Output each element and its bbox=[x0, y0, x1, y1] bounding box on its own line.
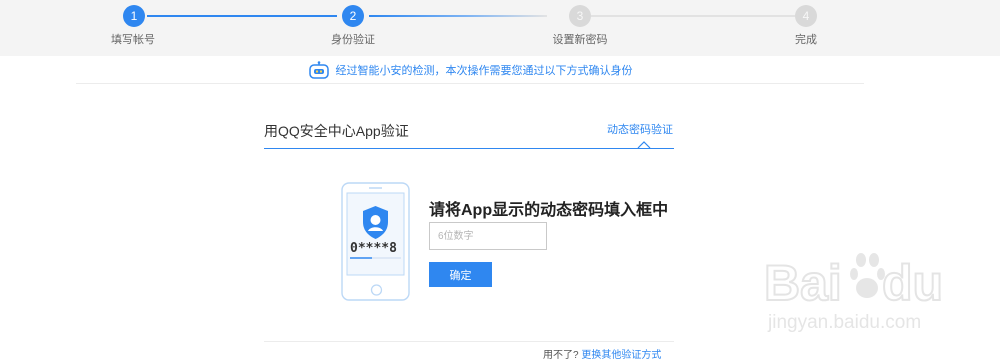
baidu-watermark-logo: Bai du jingyan.baidu.com bbox=[764, 253, 944, 333]
dynamic-code-input[interactable] bbox=[429, 222, 547, 250]
step-connector-3 bbox=[591, 15, 795, 17]
svg-text:Bai: Bai bbox=[764, 255, 842, 311]
step-2-label: 身份验证 bbox=[331, 34, 375, 46]
step-2-circle: 2 bbox=[342, 5, 364, 27]
robot-icon bbox=[308, 61, 329, 79]
step-1-label: 填写帐号 bbox=[111, 34, 155, 46]
step-3-circle: 3 bbox=[569, 5, 591, 27]
svg-text:du: du bbox=[882, 255, 943, 311]
step-1-circle: 1 bbox=[123, 5, 145, 27]
verify-instruction: 请将App显示的动态密码填入框中 bbox=[429, 202, 669, 219]
notice-text: 经过智能小安的检测，本次操作需要您通过以下方式确认身份 bbox=[335, 65, 633, 77]
svg-text:jingyan.baidu.com: jingyan.baidu.com bbox=[767, 312, 921, 333]
verification-method-title: 用QQ安全中心App验证 bbox=[264, 123, 409, 139]
step-connector-1 bbox=[147, 15, 337, 17]
dynamic-password-link[interactable]: 动态密码验证 bbox=[607, 121, 673, 137]
confirm-button[interactable]: 确定 bbox=[429, 262, 492, 287]
phone-code-display: 0****8 bbox=[350, 241, 397, 256]
method-divider bbox=[264, 148, 674, 149]
step-3-label: 设置新密码 bbox=[552, 34, 608, 46]
step-4-circle: 4 bbox=[795, 5, 817, 27]
step-connector-2 bbox=[369, 15, 547, 17]
step-progress-bar: 1 2 3 4 填写帐号 身份验证 设置新密码 完成 bbox=[0, 0, 1000, 56]
alternate-method-row: 用不了? 更换其他验证方式 bbox=[543, 346, 661, 361]
step-4-label: 完成 bbox=[795, 34, 817, 46]
security-notice: 经过智能小安的检测，本次操作需要您通过以下方式确认身份 bbox=[76, 56, 864, 84]
bottom-divider bbox=[264, 341, 674, 342]
